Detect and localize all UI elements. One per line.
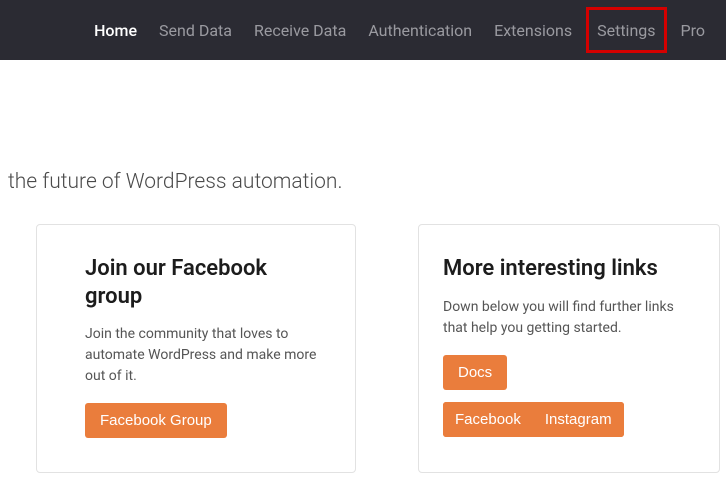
card-facebook-group: Join our Facebook group Join the communi… [36, 224, 356, 473]
card-title: Join our Facebook group [85, 255, 323, 310]
card-text: Down below you will find further links t… [443, 297, 695, 339]
page-tagline: the future of WordPress automation. [0, 60, 726, 194]
nav-home[interactable]: Home [83, 0, 148, 60]
cards-row: Join our Facebook group Join the communi… [0, 194, 726, 473]
nav-extensions[interactable]: Extensions [483, 0, 583, 60]
nav-authentication[interactable]: Authentication [357, 0, 483, 60]
nav-send-data[interactable]: Send Data [148, 0, 243, 60]
facebook-group-button[interactable]: Facebook Group [85, 403, 227, 438]
card-text: Join the community that loves to automat… [85, 324, 323, 387]
facebook-button[interactable]: Facebook [443, 402, 533, 437]
links-button-row: Docs Facebook Instagram [443, 355, 695, 437]
docs-button[interactable]: Docs [443, 355, 507, 390]
nav-settings[interactable]: Settings [586, 7, 666, 53]
card-more-links: More interesting links Down below you wi… [418, 224, 720, 473]
nav-receive-data[interactable]: Receive Data [243, 0, 357, 60]
card-title: More interesting links [443, 255, 695, 283]
top-navbar: Home Send Data Receive Data Authenticati… [0, 0, 726, 60]
instagram-button[interactable]: Instagram [533, 402, 624, 437]
nav-pro[interactable]: Pro [670, 0, 716, 60]
